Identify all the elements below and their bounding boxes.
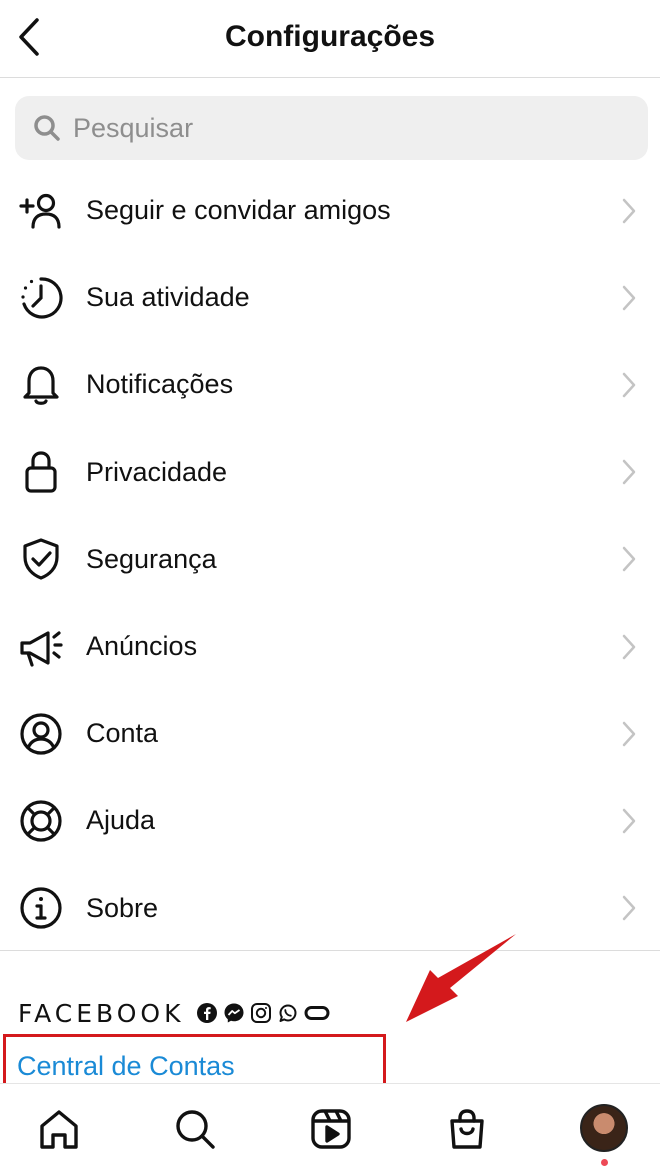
chevron-right-icon	[622, 808, 636, 834]
chevron-right-icon	[622, 547, 636, 572]
info-icon	[18, 885, 64, 931]
menu-item-security[interactable]: Segurança	[0, 516, 660, 603]
search-input[interactable]	[73, 112, 613, 144]
messenger-icon	[223, 1002, 245, 1024]
menu-item-privacy[interactable]: Privacidade	[0, 429, 660, 516]
megaphone-icon	[18, 624, 64, 670]
settings-menu: Seguir e convidar amigos Sua atividade N…	[0, 167, 660, 952]
menu-item-follow-invite[interactable]: Seguir e convidar amigos	[0, 167, 660, 254]
accounts-center-link[interactable]: Central de Contas	[17, 1051, 235, 1082]
header-bar: Configurações	[0, 0, 660, 78]
menu-item-label: Notificações	[86, 369, 234, 400]
menu-item-label: Privacidade	[86, 456, 228, 487]
facebook-wordmark: FACEBOOK	[18, 998, 185, 1028]
shop-icon	[450, 1109, 484, 1149]
tab-search[interactable]	[170, 1104, 220, 1154]
lock-icon	[18, 449, 64, 495]
menu-item-label: Segurança	[86, 543, 217, 574]
chevron-right-icon	[622, 721, 636, 746]
add-person-icon	[18, 188, 64, 234]
search-bar[interactable]	[15, 96, 648, 160]
whatsapp-icon	[277, 1002, 299, 1024]
bottom-tab-bar	[0, 1083, 660, 1173]
shield-check-icon	[18, 536, 64, 582]
bell-icon	[18, 362, 64, 408]
home-icon	[40, 1110, 78, 1149]
reels-icon	[311, 1109, 351, 1149]
menu-item-help[interactable]: Ajuda	[0, 777, 660, 864]
instagram-icon	[250, 1002, 272, 1024]
menu-item-label: Conta	[86, 718, 159, 749]
facebook-brand-row: FACEBOOK	[18, 996, 330, 1030]
notification-dot	[601, 1159, 608, 1166]
menu-item-label: Sua atividade	[86, 282, 250, 313]
menu-item-your-activity[interactable]: Sua atividade	[0, 254, 660, 341]
menu-item-ads[interactable]: Anúncios	[0, 603, 660, 690]
facebook-icon	[196, 1002, 218, 1024]
menu-item-label: Anúncios	[86, 631, 198, 662]
search-icon	[34, 115, 60, 141]
chevron-right-icon	[622, 372, 636, 398]
annotation-arrow-icon	[406, 934, 516, 1022]
menu-item-account[interactable]: Conta	[0, 690, 660, 777]
tab-home[interactable]	[34, 1104, 84, 1154]
chevron-right-icon	[622, 895, 636, 921]
menu-item-notifications[interactable]: Notificações	[0, 341, 660, 428]
chevron-right-icon	[622, 634, 636, 659]
menu-item-about[interactable]: Sobre	[0, 865, 660, 952]
chevron-right-icon	[622, 285, 636, 311]
oculus-icon	[304, 1002, 330, 1024]
search-icon	[176, 1110, 215, 1149]
chevron-right-icon	[622, 198, 636, 223]
tab-reels[interactable]	[306, 1104, 356, 1154]
menu-item-label: Ajuda	[86, 805, 156, 836]
menu-item-label: Seguir e convidar amigos	[86, 195, 391, 226]
tab-shop[interactable]	[442, 1104, 492, 1154]
chevron-right-icon	[622, 459, 636, 485]
section-divider	[0, 950, 660, 951]
account-circle-icon	[18, 711, 64, 757]
meta-app-icons	[196, 1002, 330, 1024]
profile-avatar[interactable]	[580, 1104, 628, 1152]
menu-item-label: Sobre	[86, 892, 159, 923]
activity-clock-icon	[18, 275, 64, 321]
page-title: Configurações	[224, 20, 436, 53]
lifebuoy-icon	[18, 798, 64, 844]
